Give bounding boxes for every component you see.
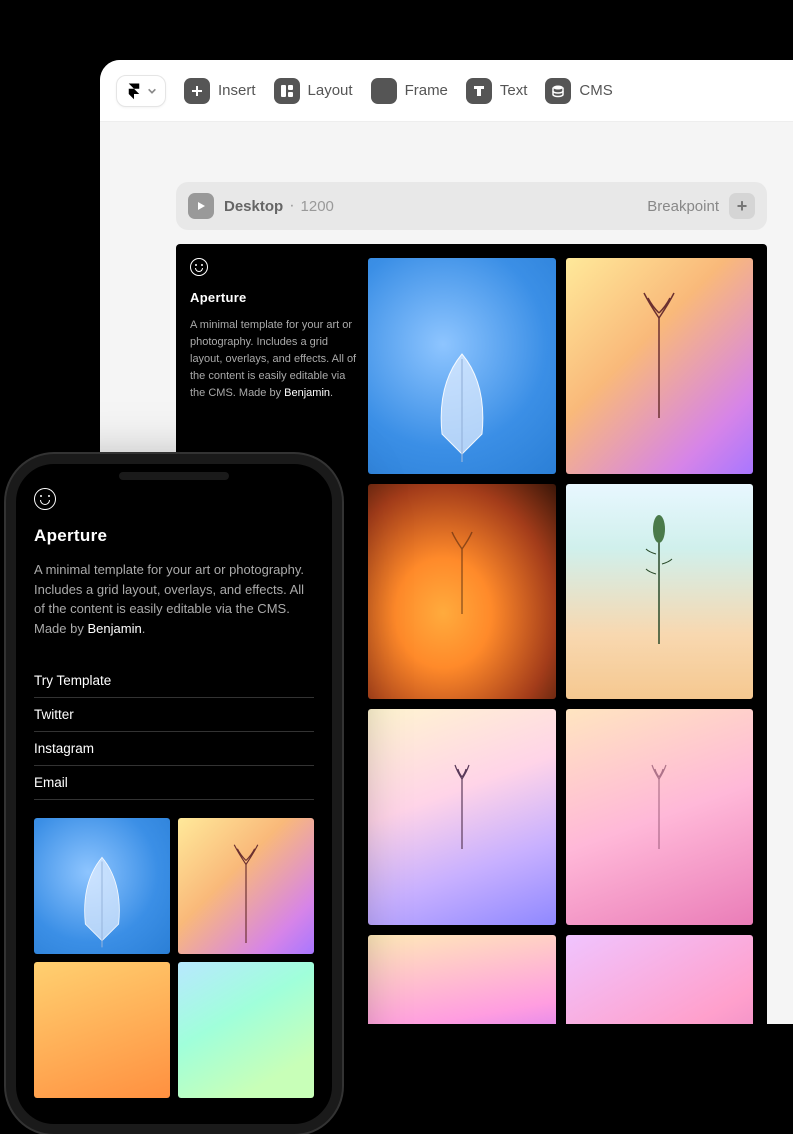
text-tool[interactable]: Text (466, 78, 528, 104)
cms-tool[interactable]: CMS (545, 78, 612, 104)
image-grid (368, 258, 753, 1024)
text-label: Text (500, 82, 528, 99)
frame-icon (371, 78, 397, 104)
grid-tile[interactable] (34, 818, 170, 954)
layout-label: Layout (308, 82, 353, 99)
plant-artwork (226, 833, 266, 943)
grid-tile[interactable] (566, 484, 754, 700)
mobile-links: Try Template Twitter Instagram Email (34, 664, 314, 800)
framer-logo-icon (125, 82, 143, 100)
grid-tile[interactable] (178, 962, 314, 1098)
plant-artwork (644, 759, 674, 849)
grid-tile[interactable] (178, 818, 314, 954)
phone-notch (119, 472, 229, 480)
plus-icon (184, 78, 210, 104)
phone-mockup: Aperture A minimal template for your art… (6, 454, 342, 1134)
plant-artwork (447, 759, 477, 849)
template-title: Aperture (190, 290, 358, 305)
add-breakpoint-button[interactable]: + (729, 193, 755, 219)
insert-label: Insert (218, 82, 256, 99)
plant-artwork (634, 278, 684, 418)
grid-tile[interactable] (368, 484, 556, 700)
breakpoint-bar: Desktop · 1200 Breakpoint + (176, 182, 767, 230)
toolbar: Insert Layout Frame Text CMS (100, 60, 793, 122)
separator: · (289, 197, 294, 215)
plant-artwork (634, 504, 684, 644)
link-email[interactable]: Email (34, 766, 314, 800)
leaf-artwork (427, 344, 497, 464)
cms-icon (545, 78, 571, 104)
breakpoint-width: 1200 (301, 198, 334, 215)
frame-tool[interactable]: Frame (371, 78, 448, 104)
cms-label: CMS (579, 82, 612, 99)
layout-icon (274, 78, 300, 104)
grid-tile[interactable] (368, 935, 556, 1024)
link-twitter[interactable]: Twitter (34, 698, 314, 732)
breakpoint-device: Desktop (224, 198, 283, 215)
template-description: A minimal template for your art or photo… (190, 317, 358, 402)
link-instagram[interactable]: Instagram (34, 732, 314, 766)
grid-tile[interactable] (566, 258, 754, 474)
leaf-artwork (72, 849, 132, 949)
play-button[interactable] (188, 193, 214, 219)
grid-tile[interactable] (368, 709, 556, 925)
template-description-mobile: A minimal template for your art or photo… (34, 560, 314, 638)
text-icon (466, 78, 492, 104)
link-try-template[interactable]: Try Template (34, 664, 314, 698)
insert-tool[interactable]: Insert (184, 78, 256, 104)
smile-icon (34, 488, 56, 510)
frame-label: Frame (405, 82, 448, 99)
mobile-image-grid (34, 818, 314, 1098)
chevron-down-icon (147, 86, 157, 96)
smile-icon (190, 258, 208, 276)
template-title-mobile: Aperture (34, 526, 314, 546)
grid-tile[interactable] (566, 709, 754, 925)
layout-tool[interactable]: Layout (274, 78, 353, 104)
app-menu-button[interactable] (116, 75, 166, 107)
plant-artwork (447, 524, 477, 614)
grid-tile[interactable] (566, 935, 754, 1024)
grid-tile[interactable] (368, 258, 556, 474)
breakpoint-label: Breakpoint (647, 198, 719, 215)
grid-tile[interactable] (34, 962, 170, 1098)
